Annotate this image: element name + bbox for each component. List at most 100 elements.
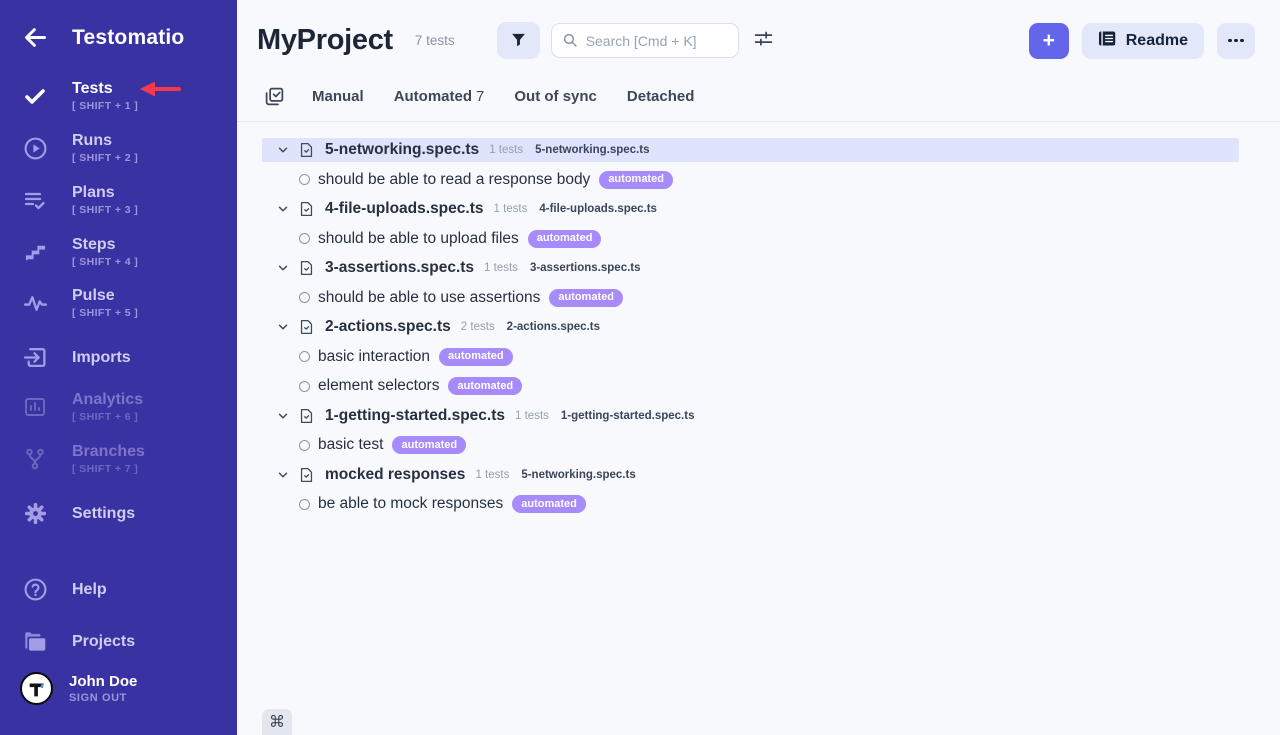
automated-badge: automated: [549, 289, 623, 307]
test-title: basic interaction: [318, 348, 430, 366]
back-arrow-icon[interactable]: [20, 24, 50, 51]
file-check-icon: [298, 318, 315, 336]
sidebar-item-pulse[interactable]: Pulse [ SHIFT + 5 ]: [0, 287, 237, 319]
test-status-icon: [299, 381, 310, 392]
test-tabs: Manual Automated7 Out of sync Detached: [237, 82, 1280, 110]
test-title: should be able to use assertions: [318, 289, 540, 307]
tab-detached[interactable]: Detached: [627, 88, 695, 105]
steps-icon: [20, 241, 50, 264]
chevron-down-icon[interactable]: [276, 261, 290, 275]
import-icon: [20, 345, 50, 370]
sliders-icon: [753, 29, 774, 53]
project-header: MyProject 7 tests + Readme: [237, 0, 1280, 59]
cmd-key-hint[interactable]: ⌘: [262, 709, 292, 735]
test-tree: 5-networking.spec.ts 1 tests 5-networkin…: [237, 122, 1280, 516]
add-test-button[interactable]: +: [1029, 23, 1069, 59]
search-box: [551, 23, 739, 58]
group-name: 3-assertions.spec.ts: [325, 259, 474, 277]
test-group-row[interactable]: 4-file-uploads.spec.ts 1 tests 4-file-up…: [262, 197, 1239, 221]
test-row[interactable]: element selectors automated: [262, 374, 1280, 398]
chevron-down-icon[interactable]: [276, 143, 290, 157]
test-status-icon: [299, 440, 310, 451]
group-name: 5-networking.spec.ts: [325, 141, 479, 159]
group-count: 1 tests: [515, 410, 549, 422]
test-row[interactable]: basic test automated: [262, 433, 1280, 457]
chevron-down-icon[interactable]: [276, 468, 290, 482]
test-group-row[interactable]: 1-getting-started.spec.ts 1 tests 1-gett…: [262, 404, 1239, 428]
test-group-row[interactable]: mocked responses 1 tests 5-networking.sp…: [262, 463, 1239, 487]
sidebar-item-branches[interactable]: Branches [ SHIFT + 7 ]: [0, 443, 237, 475]
sidebar-item-projects[interactable]: Projects: [0, 629, 237, 655]
chevron-down-icon[interactable]: [276, 409, 290, 423]
group-file-path: 5-networking.spec.ts: [535, 144, 649, 156]
sidebar-item-runs[interactable]: Runs [ SHIFT + 2 ]: [0, 132, 237, 164]
search-icon: [562, 32, 578, 53]
sidebar-user[interactable]: John Doe SIGN OUT: [0, 672, 237, 705]
help-circle-icon: [20, 577, 50, 602]
sidebar-brand: Testomatio: [0, 24, 237, 51]
file-check-icon: [298, 407, 315, 425]
user-avatar: [20, 672, 53, 705]
group-file-path: 3-assertions.spec.ts: [530, 262, 641, 274]
test-row[interactable]: be able to mock responses automated: [262, 492, 1280, 516]
automated-badge: automated: [528, 230, 602, 248]
select-all-icon[interactable]: [264, 86, 285, 107]
group-file-path: 5-networking.spec.ts: [521, 469, 635, 481]
group-count: 1 tests: [489, 144, 523, 156]
sidebar-item-analytics[interactable]: Analytics [ SHIFT + 6 ]: [0, 391, 237, 423]
group-count: 1 tests: [484, 262, 518, 274]
chevron-down-icon[interactable]: [276, 320, 290, 334]
sidebar-item-imports[interactable]: Imports: [0, 345, 237, 370]
test-title: be able to mock responses: [318, 495, 503, 513]
automated-badge: automated: [599, 171, 673, 189]
test-row[interactable]: should be able to upload files automated: [262, 227, 1280, 251]
chevron-down-icon[interactable]: [276, 202, 290, 216]
sign-out-link[interactable]: SIGN OUT: [69, 692, 137, 704]
user-name: John Doe: [69, 673, 137, 690]
file-check-icon: [298, 466, 315, 484]
sidebar-item-tests[interactable]: Tests [ SHIFT + 1 ]: [0, 80, 237, 112]
sidebar-item-steps[interactable]: Steps [ SHIFT + 4 ]: [0, 236, 237, 268]
filter-button[interactable]: [497, 22, 540, 59]
group-count: 2 tests: [461, 321, 495, 333]
tab-automated[interactable]: Automated7: [394, 88, 485, 105]
test-row[interactable]: basic interaction automated: [262, 345, 1280, 369]
test-status-icon: [299, 174, 310, 185]
test-count: 7 tests: [415, 33, 455, 48]
tab-manual[interactable]: Manual: [312, 88, 364, 105]
group-count: 1 tests: [475, 469, 509, 481]
annotation-arrow-icon: [136, 78, 182, 105]
test-group-row[interactable]: 3-assertions.spec.ts 1 tests 3-assertion…: [262, 256, 1239, 280]
test-group-row[interactable]: 5-networking.spec.ts 1 tests 5-networkin…: [262, 138, 1239, 162]
page-title: MyProject: [257, 24, 393, 57]
file-check-icon: [298, 259, 315, 277]
test-status-icon: [299, 499, 310, 510]
tab-out-of-sync[interactable]: Out of sync: [514, 88, 597, 105]
search-input[interactable]: [551, 23, 739, 58]
bar-chart-icon: [20, 395, 50, 419]
more-options-button[interactable]: [1217, 23, 1255, 59]
group-name: 1-getting-started.spec.ts: [325, 407, 505, 425]
test-row[interactable]: should be able to use assertions automat…: [262, 286, 1280, 310]
test-title: should be able to read a response body: [318, 171, 590, 189]
readme-button[interactable]: Readme: [1082, 23, 1204, 59]
sidebar: Testomatio Tests [ SHIFT + 1 ] Runs [ SH…: [0, 0, 237, 735]
git-branch-icon: [20, 447, 50, 471]
test-group-row[interactable]: 2-actions.spec.ts 2 tests 2-actions.spec…: [262, 315, 1239, 339]
test-title: element selectors: [318, 377, 439, 395]
test-status-icon: [299, 351, 310, 362]
group-file-path: 1-getting-started.spec.ts: [561, 410, 695, 422]
view-options-button[interactable]: [753, 29, 774, 53]
test-title: should be able to upload files: [318, 230, 519, 248]
pulse-icon: [20, 291, 50, 316]
automated-badge: automated: [512, 495, 586, 513]
group-file-path: 2-actions.spec.ts: [507, 321, 600, 333]
funnel-icon: [510, 31, 527, 51]
test-row[interactable]: should be able to read a response body a…: [262, 168, 1280, 192]
sidebar-item-plans[interactable]: Plans [ SHIFT + 3 ]: [0, 184, 237, 216]
test-status-icon: [299, 233, 310, 244]
sidebar-item-help[interactable]: Help: [0, 577, 237, 602]
sidebar-item-settings[interactable]: Settings: [0, 501, 237, 526]
automated-badge: automated: [392, 436, 466, 454]
file-check-icon: [298, 141, 315, 159]
